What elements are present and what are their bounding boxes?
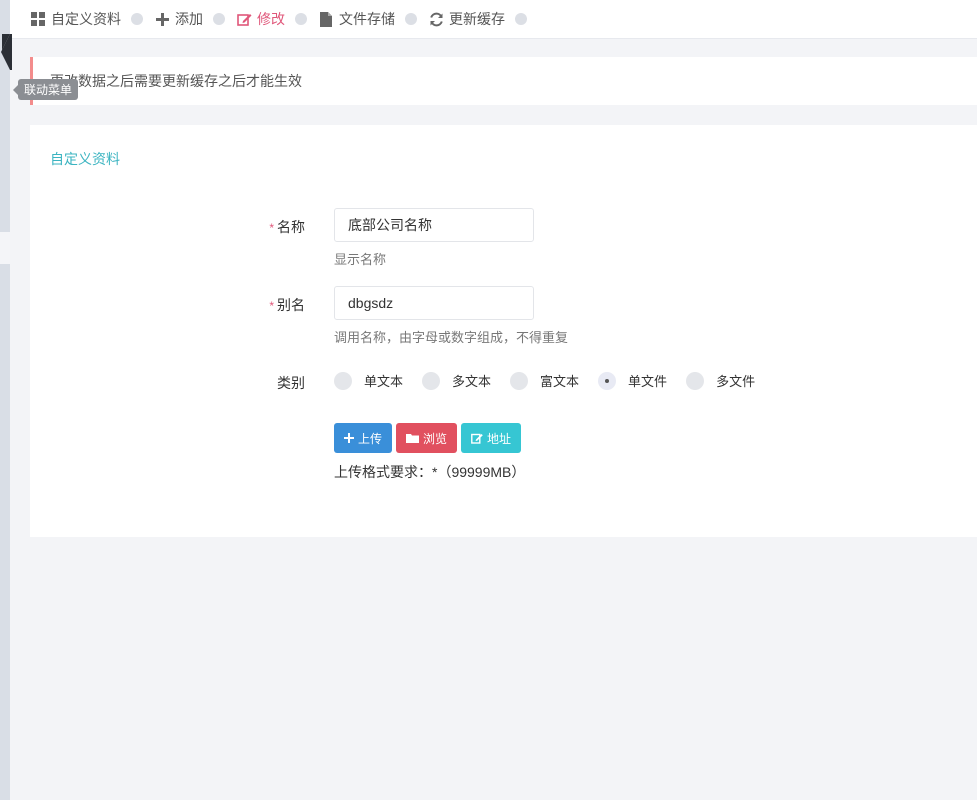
name-field[interactable]: [334, 208, 534, 242]
tab-refresh-cache[interactable]: 更新缓存: [428, 9, 505, 29]
panel-title: 自定义资料: [50, 151, 120, 167]
chevron-left-icon[interactable]: [0, 32, 12, 72]
tab-file-storage-label: 文件存储: [339, 11, 395, 27]
radio-circle-checked[interactable]: [598, 371, 617, 390]
notice-banner: 更改数据之后需要更新缓存之后才能生效: [30, 57, 977, 105]
upload-button[interactable]: 上传: [334, 423, 393, 453]
radio-rich-text[interactable]: 富文本: [510, 371, 579, 390]
radio-multi-file[interactable]: 多文件: [686, 371, 755, 390]
sidebar-strip: [0, 0, 10, 800]
radio-circle[interactable]: [422, 371, 441, 390]
form-panel: 自定义资料 *名称 显示名称 *别名 调用名称，由字母或数字组成，不得重复 类别…: [30, 125, 977, 537]
alias-help: 调用名称，由字母或数字组成，不得重复: [334, 330, 569, 345]
edit-icon: [236, 11, 252, 27]
tab-edit[interactable]: 修改: [236, 9, 285, 29]
refresh-icon: [428, 11, 444, 27]
browse-button[interactable]: 浏览: [396, 423, 458, 453]
radio-single-file[interactable]: 单文件: [598, 371, 667, 390]
alias-label: * 别名: [269, 297, 305, 313]
alias-field[interactable]: [334, 286, 534, 320]
separator-dot: [405, 13, 417, 25]
folder-icon: [406, 433, 420, 443]
type-radio-group: 单文本 多文本 富文本 单文件 多文件: [334, 371, 774, 390]
separator-dot: [213, 13, 225, 25]
tab-custom-data[interactable]: 自定义资料: [30, 9, 121, 29]
tab-refresh-cache-label: 更新缓存: [449, 11, 505, 27]
separator-dot: [131, 13, 143, 25]
type-label: 类别: [277, 375, 305, 391]
file-buttons: 上传 浏览 地址: [334, 423, 525, 453]
sidebar-gap: [0, 232, 10, 264]
separator-dot: [515, 13, 527, 25]
sidebar-tooltip: 联动菜单: [12, 79, 79, 100]
notice-text: 更改数据之后需要更新缓存之后才能生效: [50, 73, 302, 89]
main-content: 自定义资料 添加 修改 文件存储 更新缓存 更改数据之后需要更新缓存之后才能生效…: [10, 0, 977, 800]
tab-file-storage[interactable]: 文件存储: [318, 9, 395, 29]
radio-multi-text[interactable]: 多文本: [422, 371, 491, 390]
required-mark: *: [269, 299, 274, 313]
tab-add-label: 添加: [175, 11, 203, 27]
tab-custom-data-label: 自定义资料: [51, 11, 121, 27]
file-icon: [318, 11, 334, 27]
radio-circle[interactable]: [510, 371, 529, 390]
radio-circle[interactable]: [686, 371, 705, 390]
radio-circle[interactable]: [334, 371, 352, 390]
name-help: 显示名称: [334, 252, 387, 267]
radio-single-text[interactable]: 单文本: [334, 371, 403, 390]
plus-icon: [344, 433, 354, 443]
edit-icon: [471, 432, 483, 444]
url-button[interactable]: 地址: [461, 423, 522, 453]
tab-add[interactable]: 添加: [154, 9, 203, 29]
tab-edit-label: 修改: [257, 11, 285, 27]
grid-icon: [30, 11, 46, 27]
separator-dot: [295, 13, 307, 25]
plus-icon: [154, 11, 170, 27]
upload-requirement: 上传格式要求：*（99999MB）: [334, 464, 526, 480]
top-toolbar: 自定义资料 添加 修改 文件存储 更新缓存: [10, 0, 977, 39]
name-label: * 名称: [269, 219, 305, 235]
required-mark: *: [269, 221, 274, 235]
